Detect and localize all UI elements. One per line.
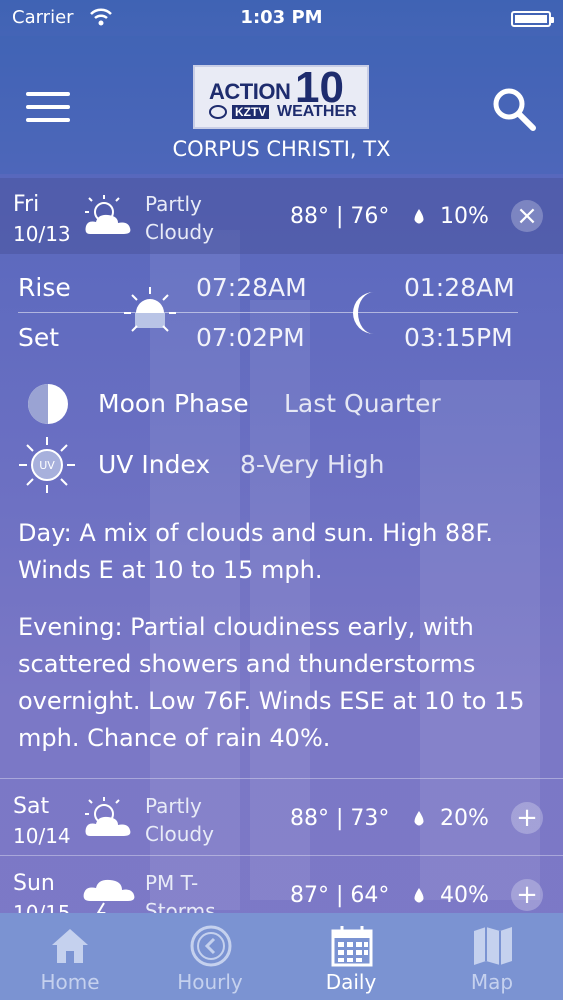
tab-label: Hourly bbox=[177, 970, 243, 994]
condition-line2: Cloudy bbox=[145, 822, 214, 846]
logo-weather-text: WEATHER bbox=[277, 103, 357, 120]
raindrop-icon bbox=[414, 888, 424, 903]
evening-forecast-text: Evening: Partial cloudiness early, with … bbox=[18, 613, 525, 752]
tab-home[interactable]: Home bbox=[0, 913, 140, 1000]
precip-chance: 20% bbox=[440, 806, 489, 831]
moon-phase-value: Last Quarter bbox=[284, 389, 441, 418]
status-bar: Carrier 1:03 PM bbox=[0, 0, 563, 36]
moonrise-time: 01:28AM bbox=[404, 273, 515, 302]
app-header: ACTION 10 KZTV WEATHER CORPUS CHRISTI, T… bbox=[0, 36, 563, 174]
precip-chance: 10% bbox=[440, 204, 489, 229]
battery-icon bbox=[511, 11, 554, 27]
condition-line2: Cloudy bbox=[145, 220, 214, 244]
search-button[interactable] bbox=[491, 86, 537, 132]
clock-icon bbox=[190, 925, 232, 967]
tab-label: Daily bbox=[325, 970, 377, 994]
uv-index-label: UV Index bbox=[98, 450, 211, 479]
location-label: CORPUS CHRISTI, TX bbox=[172, 137, 391, 161]
map-icon bbox=[474, 927, 512, 965]
raindrop-icon bbox=[414, 811, 424, 826]
partly-cloudy-icon bbox=[85, 195, 131, 234]
cbs-eye-icon bbox=[209, 105, 227, 119]
tab-map[interactable]: Map bbox=[422, 913, 562, 1000]
calendar-icon bbox=[331, 926, 373, 967]
tab-hourly[interactable]: Hourly bbox=[140, 913, 280, 1000]
sunrise-time: 07:28AM bbox=[196, 273, 307, 302]
temperature-range: 87° | 64° bbox=[290, 883, 390, 908]
uv-index-value: 8-Very High bbox=[240, 450, 385, 479]
menu-button[interactable] bbox=[26, 92, 70, 122]
logo-action-text: ACTION bbox=[209, 79, 291, 104]
set-label: Set bbox=[18, 323, 60, 352]
moonset-time: 03:15PM bbox=[404, 323, 513, 352]
partly-cloudy-icon bbox=[85, 797, 131, 836]
sunset-time: 07:02PM bbox=[196, 323, 305, 352]
day-row-sat[interactable]: Sat 10/14 Partly Cloudy 88° | 73° 20% + bbox=[0, 780, 563, 856]
condition-line1: Partly bbox=[145, 794, 202, 818]
row-divider bbox=[0, 855, 563, 856]
condition-line1: PM T- bbox=[145, 871, 199, 895]
condition-line1: Partly bbox=[145, 192, 202, 216]
day-forecast-text: Day: A mix of clouds and sun. High 88F. … bbox=[18, 519, 494, 584]
row-divider bbox=[0, 778, 563, 779]
raindrop-icon bbox=[414, 209, 424, 224]
temperature-range: 88° | 76° bbox=[290, 204, 390, 229]
sun-icon bbox=[124, 287, 176, 332]
precip-chance: 40% bbox=[440, 883, 489, 908]
moon-icon bbox=[353, 292, 374, 334]
temperature-range: 88° | 73° bbox=[290, 806, 390, 831]
day-row-fri[interactable]: Fri 10/13 Partly Cloudy 88° | 76° 10% × bbox=[0, 178, 563, 254]
horizon-divider bbox=[18, 312, 518, 313]
day-name: Fri bbox=[13, 192, 40, 217]
tab-daily[interactable]: Daily bbox=[281, 913, 421, 1000]
uv-icon-text: UV bbox=[39, 459, 55, 472]
tab-label: Map bbox=[470, 970, 514, 994]
day-date: 10/13 bbox=[13, 222, 71, 246]
expand-button[interactable]: + bbox=[511, 802, 543, 834]
station-logo: ACTION 10 KZTV WEATHER bbox=[193, 63, 369, 129]
home-icon bbox=[52, 929, 88, 963]
logo-station: KZTV bbox=[232, 105, 270, 119]
day-name: Sun bbox=[13, 871, 55, 896]
tab-label: Home bbox=[40, 970, 100, 994]
day-name: Sat bbox=[13, 794, 50, 819]
collapse-button[interactable]: × bbox=[511, 200, 543, 232]
expand-button[interactable]: + bbox=[511, 879, 543, 911]
day-date: 10/14 bbox=[13, 824, 71, 848]
moon-phase-icon bbox=[28, 384, 68, 424]
status-time: 1:03 PM bbox=[240, 7, 323, 28]
rise-label: Rise bbox=[18, 273, 71, 302]
moon-phase-label: Moon Phase bbox=[98, 389, 249, 418]
uv-sun-icon: UV bbox=[19, 437, 75, 493]
bottom-tab-bar: Home Hourly Daily Map bbox=[0, 913, 563, 1000]
